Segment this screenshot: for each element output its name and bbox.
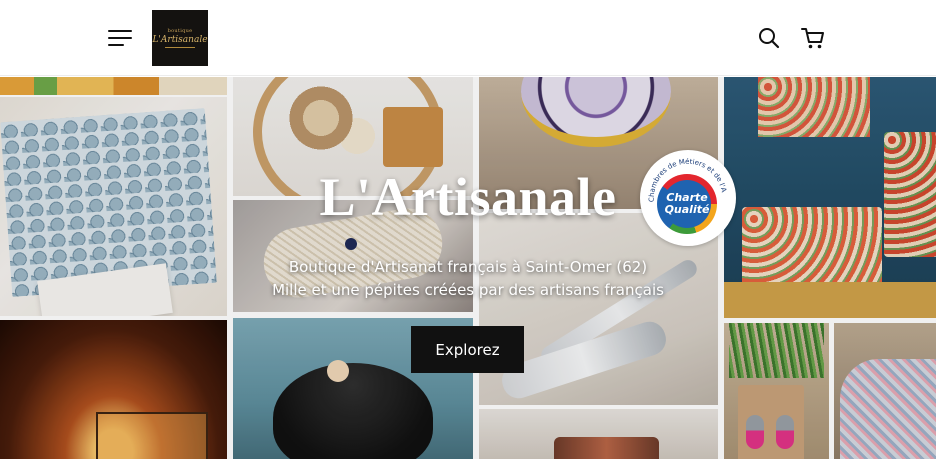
mosaic-photo-leather-item [479, 409, 718, 459]
mosaic-photo-candle [0, 320, 227, 459]
search-icon[interactable] [757, 26, 781, 50]
hero-subtitle-line2: Mille et une pépites créées par des arti… [272, 281, 664, 299]
site-header: boutique L'Artisanale [0, 0, 936, 76]
mosaic-photo-crochet-shawl [834, 323, 936, 459]
site-logo[interactable]: boutique L'Artisanale [152, 10, 208, 66]
logo-main-text: L'Artisanale [152, 35, 208, 45]
logo-divider [165, 47, 195, 48]
cart-icon[interactable] [800, 25, 826, 51]
hamburger-menu-icon[interactable] [108, 26, 134, 48]
logo-small-text: boutique [167, 28, 193, 34]
explore-button[interactable]: Explorez [411, 326, 524, 373]
mosaic-photo-soaps [0, 77, 227, 95]
hero-title: L'Artisanale [319, 167, 617, 227]
hero-subtitle-line1: Boutique d'Artisanat français à Saint-Om… [288, 258, 648, 276]
mosaic-photo-earrings [724, 323, 829, 459]
